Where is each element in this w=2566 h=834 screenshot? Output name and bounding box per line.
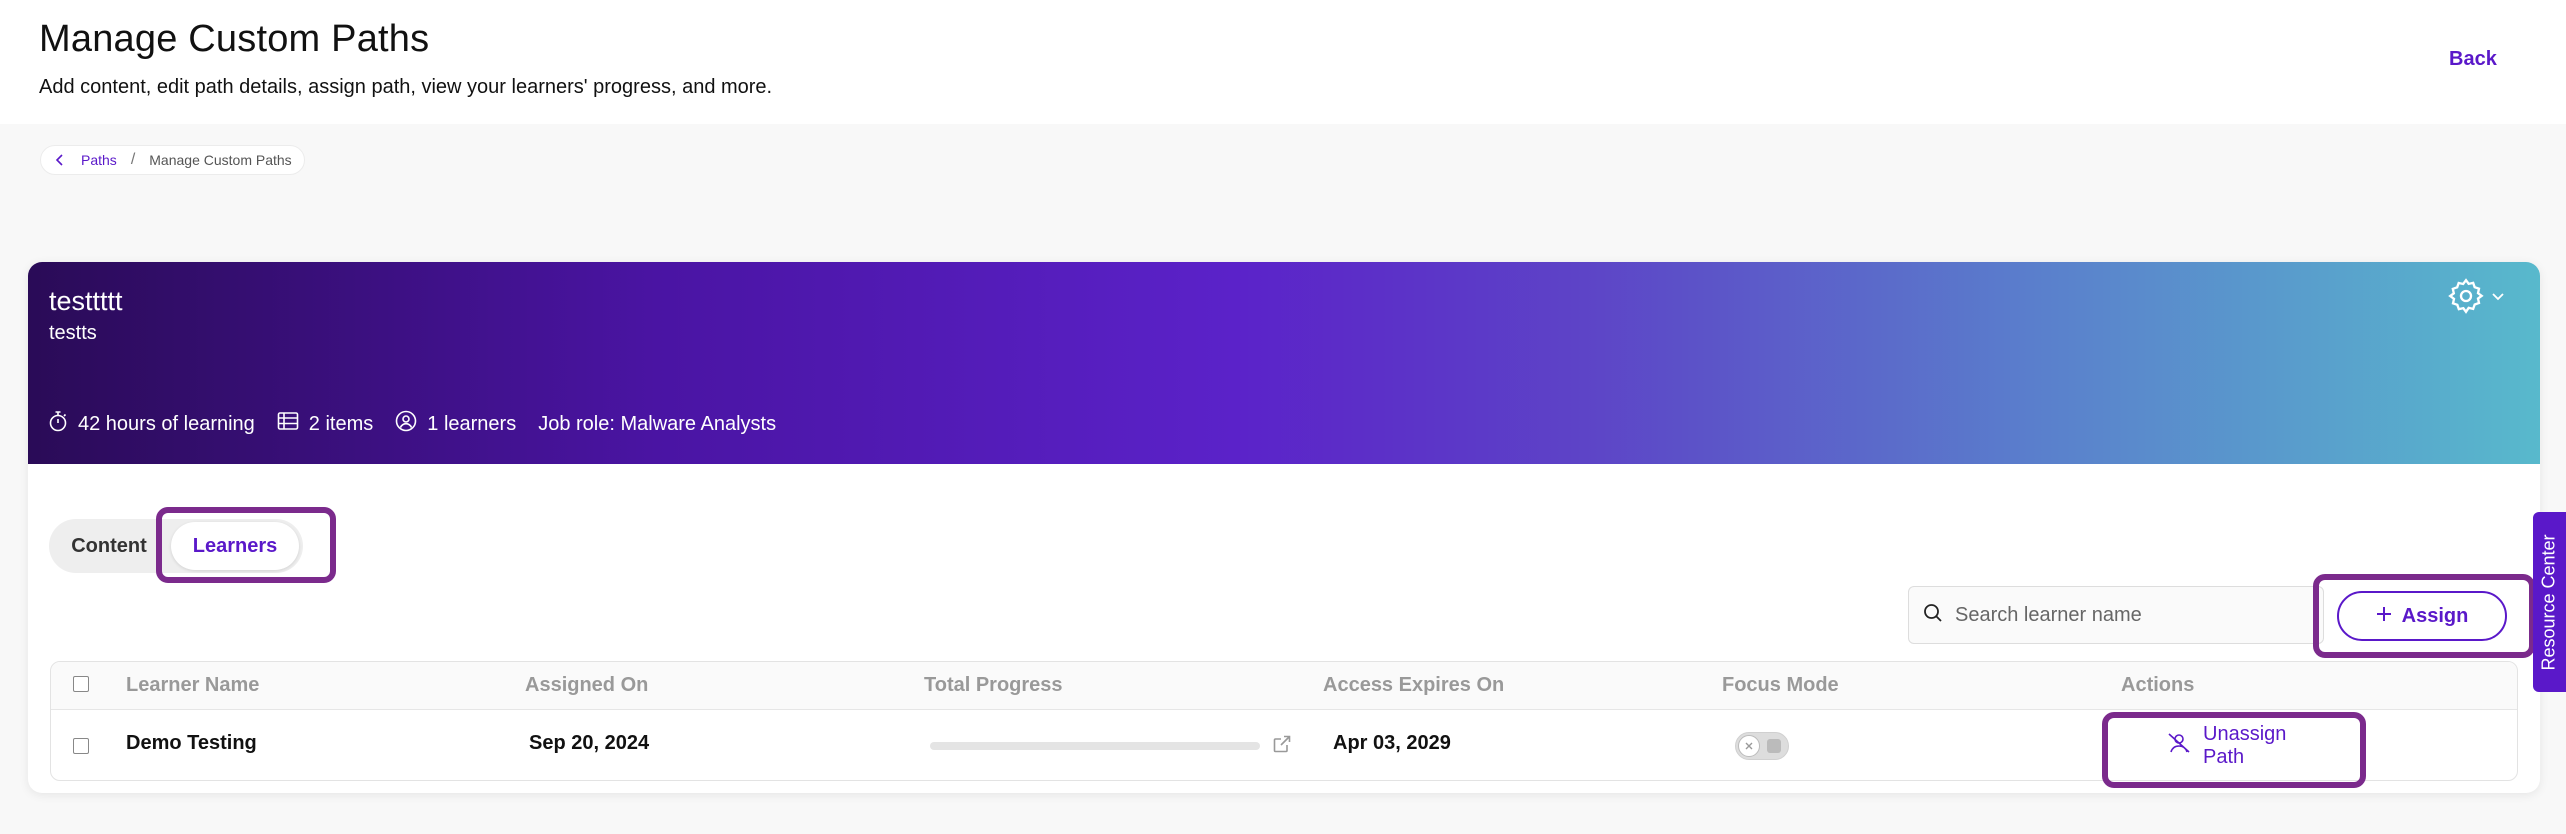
user-off-icon [2167,732,2191,760]
progress-bar [930,742,1260,750]
breadcrumb-separator: / [130,151,136,168]
settings-dropdown-button[interactable] [2446,276,2510,320]
select-all-checkbox[interactable] [73,676,89,692]
toggle-track-indicator [1767,739,1781,753]
col-focus-mode: Focus Mode [1722,674,1839,696]
search-learner-input[interactable] [1955,603,2295,627]
tab-content[interactable]: Content [49,519,169,573]
path-name: testtttt [49,286,123,316]
row-checkbox[interactable] [73,738,89,754]
external-link-icon[interactable] [1272,734,1292,759]
meta-hours: 42 hours of learning [48,410,255,438]
meta-items: 2 items [277,411,373,437]
breadcrumb-paths-link[interactable]: Paths [81,152,117,168]
tab-learners[interactable]: Learners [171,522,299,570]
meta-learners: 1 learners [395,410,516,438]
col-total-progress[interactable]: Total Progress [924,674,1063,697]
col-assigned-on[interactable]: Assigned On [525,674,648,697]
breadcrumb-current: Manage Custom Paths [149,152,292,168]
close-icon [1738,735,1760,757]
focus-mode-toggle[interactable] [1735,732,1789,760]
table-header: Learner Name Assigned On Total Progress … [51,662,2517,710]
search-icon [1923,603,1943,628]
back-link[interactable]: Back [2449,48,2497,71]
learners-table: Learner Name Assigned On Total Progress … [50,661,2518,781]
path-description: testts [49,322,97,344]
meta-learners-text: 1 learners [427,412,517,435]
unassign-path-button[interactable]: Unassign Path [2167,723,2327,768]
unassign-path-label: Unassign Path [2203,723,2287,768]
chevron-down-icon [2490,288,2506,309]
breadcrumb: Paths / Manage Custom Paths [40,145,305,175]
col-access-expires-on[interactable]: Access Expires On [1323,674,1504,697]
col-learner-name[interactable]: Learner Name [126,674,259,697]
table-icon [277,411,309,437]
stopwatch-icon [48,410,78,438]
meta-items-text: 2 items [308,412,374,435]
chevron-left-icon[interactable] [49,149,71,171]
gear-icon [2446,276,2486,321]
page-title: Manage Custom Paths [39,18,430,60]
page-header: Manage Custom Paths Add content, edit pa… [0,0,2566,124]
col-actions: Actions [2121,674,2195,696]
meta-job-role-text: Job role: Malware Analysts [538,412,777,435]
path-card: testtttt testts 42 hours of learning 2 i… [28,262,2540,793]
assign-label: Assign [2401,604,2469,627]
resource-center-label: Resource Center [2539,533,2560,671]
user-circle-icon [395,410,427,438]
tab-bar: Content Learners [49,519,303,573]
assigned-on: Sep 20, 2024 [529,732,650,754]
path-banner: testtttt testts 42 hours of learning 2 i… [28,262,2540,464]
path-meta: 42 hours of learning 2 items 1 learners [48,410,798,438]
learner-name: Demo Testing [126,732,257,754]
meta-hours-text: 42 hours of learning [78,412,255,435]
access-expires-on: Apr 03, 2029 [1333,732,1451,754]
plus-icon [2376,605,2392,628]
assign-button[interactable]: Assign [2337,591,2507,641]
resource-center-tab[interactable]: Resource Center [2533,512,2566,692]
search-learner-field[interactable] [1908,586,2324,644]
page-subtitle: Add content, edit path details, assign p… [39,76,773,98]
meta-job-role: Job role: Malware Analysts [538,413,776,436]
